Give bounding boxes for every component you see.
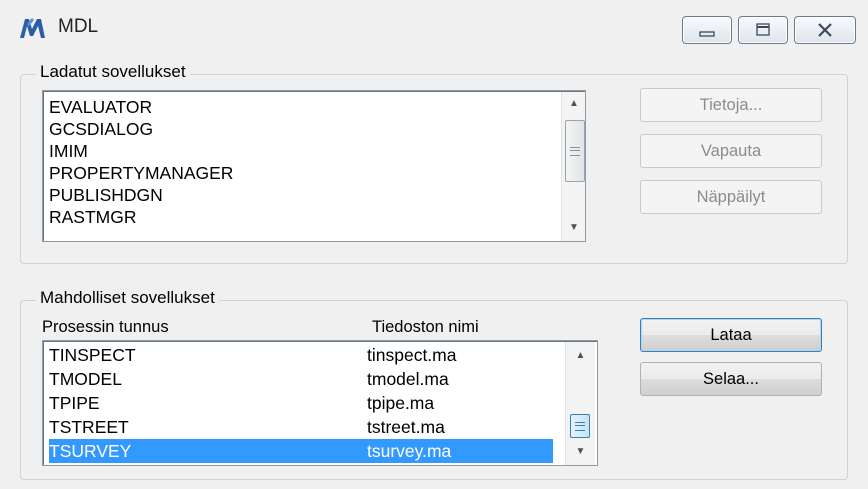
row-process-id: TSTREET: [49, 417, 129, 437]
list-item[interactable]: PROPERTYMANAGER: [49, 161, 585, 185]
scroll-up-arrow-icon[interactable]: ▲: [562, 94, 585, 114]
close-button[interactable]: [794, 16, 856, 44]
row-process-id: TPIPE: [49, 393, 100, 413]
scroll-thumb[interactable]: [570, 414, 590, 438]
minimize-button[interactable]: [682, 16, 732, 44]
table-row[interactable]: TINSPECT tinspect.ma: [49, 343, 597, 367]
mdl-app-icon: [20, 18, 45, 38]
scroll-down-arrow-icon[interactable]: ▼: [562, 218, 585, 238]
row-file-name: tpipe.ma: [367, 393, 435, 413]
list-item[interactable]: PUBLISHDGN: [49, 183, 585, 207]
row-process-id: TMODEL: [49, 369, 122, 389]
minimize-icon: [699, 31, 715, 37]
unload-button[interactable]: Vapauta: [640, 134, 822, 168]
loaded-applications-list[interactable]: EVALUATOR GCSDIALOG IMIM PROPERTYMANAGER…: [42, 90, 586, 242]
row-process-id: TSURVEY: [49, 441, 132, 461]
table-row[interactable]: TMODEL tmodel.ma: [49, 367, 597, 391]
row-file-name: tmodel.ma: [367, 369, 449, 389]
info-button[interactable]: Tietoja...: [640, 88, 822, 122]
row-file-name: tstreet.ma: [367, 417, 445, 437]
load-button[interactable]: Lataa: [640, 318, 822, 352]
close-icon: [818, 23, 832, 37]
available-applications-list[interactable]: TINSPECT tinspect.ma TMODEL tmodel.ma TP…: [42, 340, 598, 466]
scroll-up-arrow-icon[interactable]: ▲: [566, 346, 595, 366]
list-item[interactable]: GCSDIALOG: [49, 117, 585, 141]
list-item[interactable]: IMIM: [49, 139, 585, 163]
scroll-thumb[interactable]: [565, 120, 585, 182]
column-header-file-name[interactable]: Tiedoston nimi: [372, 318, 479, 337]
browse-button[interactable]: Selaa...: [640, 362, 822, 396]
column-header-process-id[interactable]: Prosessin tunnus: [42, 318, 169, 337]
maximize-icon: [756, 23, 770, 36]
list-item[interactable]: RASTMGR: [49, 205, 585, 229]
row-file-name: tinspect.ma: [367, 345, 457, 365]
available-list-scrollbar[interactable]: ▲ ▼: [565, 342, 595, 465]
table-row[interactable]: TPIPE tpipe.ma: [49, 391, 597, 415]
window-title: MDL: [58, 16, 99, 37]
list-item[interactable]: EVALUATOR: [49, 95, 585, 119]
row-process-id: TINSPECT: [49, 345, 136, 365]
row-file-name: tsurvey.ma: [367, 441, 452, 461]
table-row[interactable]: TSTREET tstreet.ma: [49, 415, 597, 439]
keyins-button[interactable]: Näppäilyt: [640, 180, 822, 214]
scroll-down-arrow-icon[interactable]: ▼: [566, 442, 595, 462]
table-row-selected[interactable]: TSURVEY tsurvey.ma: [49, 439, 553, 463]
maximize-button[interactable]: [738, 16, 788, 44]
loaded-list-scrollbar[interactable]: ▲ ▼: [561, 92, 585, 241]
available-applications-label: Mahdolliset sovellukset: [36, 288, 219, 308]
title-bar: MDL: [0, 0, 868, 50]
loaded-applications-label: Ladatut sovellukset: [36, 62, 190, 82]
